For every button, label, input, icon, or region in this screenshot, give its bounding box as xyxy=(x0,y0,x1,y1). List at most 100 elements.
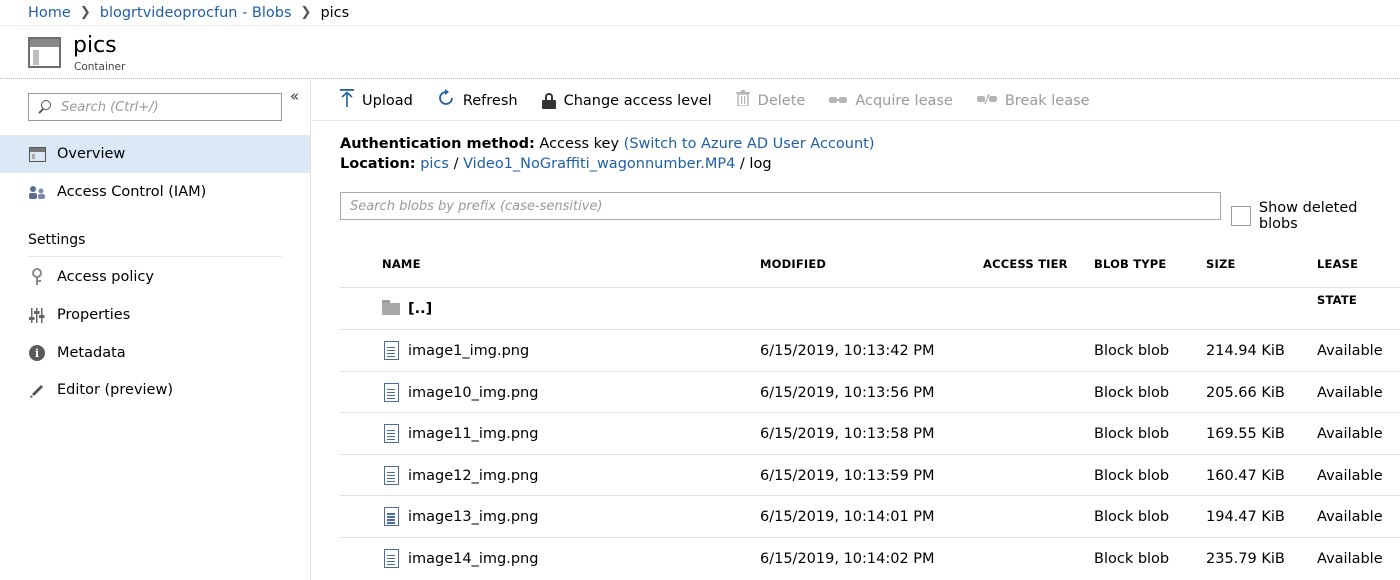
file-icon xyxy=(384,341,399,360)
broken-link-icon xyxy=(976,91,997,111)
delete-button[interactable]: Delete xyxy=(735,90,806,111)
location-label: Location: xyxy=(340,156,416,172)
auth-method-value: Access key xyxy=(539,136,620,152)
sidebar-item-properties[interactable]: Properties xyxy=(0,296,310,334)
file-icon xyxy=(384,549,399,568)
sidebar-item-label: Editor (preview) xyxy=(57,382,173,398)
table-row[interactable]: image10_img.png 6/15/2019, 10:13:56 PM Blo… xyxy=(340,370,1400,413)
blob-modified: 6/15/2019, 10:13:59 PM xyxy=(760,467,935,484)
show-deleted-checkbox[interactable] xyxy=(1231,206,1251,226)
link-icon xyxy=(829,91,848,111)
blob-prefix-search[interactable] xyxy=(340,192,1221,220)
page-header: pics Container xyxy=(0,27,1400,79)
file-icon xyxy=(384,424,399,444)
sidebar-item-label: Overview xyxy=(57,146,126,162)
sliders-icon xyxy=(28,306,46,324)
auth-method-label: Authentication method: xyxy=(340,136,535,152)
breadcrumb-home-link[interactable]: Home xyxy=(28,5,71,21)
table-row[interactable]: image1_img.png 6/15/2019, 10:13:42 PM Bloc… xyxy=(340,329,1400,370)
blob-type: Block blob xyxy=(1094,343,1170,359)
search-icon xyxy=(37,99,53,115)
blob-size: 160.47 KiB xyxy=(1206,467,1285,484)
trash-icon xyxy=(735,90,750,111)
switch-auth-link[interactable]: (Switch to Azure AD User Account) xyxy=(624,136,875,152)
break-lease-button[interactable]: Break lease xyxy=(976,91,1090,111)
blob-lease-state: Available xyxy=(1317,551,1383,567)
location-link-folder[interactable]: Video1_NoGraffiti_wagonnumber.MP4 xyxy=(463,156,735,172)
parent-folder-row[interactable]: [..] xyxy=(340,287,1400,328)
blob-type: Block blob xyxy=(1094,384,1170,401)
blob-lease-state: Available xyxy=(1317,509,1383,526)
table-row[interactable]: image11_img.png 6/15/2019, 10:13:58 PM Blo… xyxy=(340,412,1400,453)
sidebar-item-label: Access policy xyxy=(57,269,154,285)
blob-size: 235.79 KiB xyxy=(1206,551,1285,567)
change-access-level-button[interactable]: Change access level xyxy=(541,92,712,109)
breadcrumb-account-link[interactable]: blogrtvideoprocfun - Blobs xyxy=(100,5,292,21)
location-line: Location: pics / Video1_NoGraffiti_wagon… xyxy=(340,156,772,172)
blob-type: Block blob xyxy=(1094,426,1170,443)
change-access-label: Change access level xyxy=(563,92,712,109)
blob-size: 169.55 KiB xyxy=(1206,426,1285,443)
blob-lease-state: Available xyxy=(1317,343,1383,359)
sidebar-search-input[interactable] xyxy=(61,99,261,115)
blob-type: Block blob xyxy=(1094,467,1170,484)
path-separator: / xyxy=(739,156,745,172)
blob-name[interactable]: image1_img.png xyxy=(408,330,529,371)
location-link-container[interactable]: pics xyxy=(420,156,449,172)
blob-size: 205.66 KiB xyxy=(1206,384,1285,401)
acquire-lease-button[interactable]: Acquire lease xyxy=(829,91,953,111)
folder-icon xyxy=(382,300,400,315)
upload-button[interactable]: Upload xyxy=(340,89,413,112)
column-header-blob-type[interactable]: BLOB TYPE xyxy=(1094,246,1167,282)
table-row[interactable]: image14_img.png 6/15/2019, 10:14:02 PM Blo… xyxy=(340,537,1400,578)
blob-type: Block blob xyxy=(1094,551,1170,567)
sidebar-item-editor[interactable]: Editor (preview) xyxy=(0,371,310,409)
sidebar-item-access-control[interactable]: Access Control (IAM) xyxy=(0,173,310,211)
blob-modified: 6/15/2019, 10:14:02 PM xyxy=(760,551,935,567)
column-header-name[interactable]: NAME xyxy=(382,246,421,282)
table-row[interactable]: image12_img.png 6/15/2019, 10:13:59 PM Blo… xyxy=(340,453,1400,496)
blob-name[interactable]: image12_img.png xyxy=(408,455,538,496)
table-row[interactable]: image13_img.png 6/15/2019, 10:14:01 PM Blo… xyxy=(340,495,1400,536)
divider xyxy=(28,256,282,257)
page-title: pics xyxy=(73,33,117,58)
key-icon xyxy=(28,268,46,286)
sidebar-search[interactable] xyxy=(28,93,282,121)
collapse-sidebar-icon[interactable]: « xyxy=(290,87,299,105)
sidebar-item-label: Access Control (IAM) xyxy=(57,184,207,200)
blob-prefix-search-input[interactable] xyxy=(350,198,1210,214)
blob-lease-state: Available xyxy=(1317,467,1383,484)
blob-name[interactable]: image11_img.png xyxy=(408,413,538,454)
refresh-button[interactable]: Refresh xyxy=(437,89,518,112)
sidebar-item-overview[interactable]: Overview xyxy=(0,135,310,173)
breadcrumb-current: pics xyxy=(320,4,350,21)
chevron-right-icon: ❯ xyxy=(79,5,91,20)
delete-label: Delete xyxy=(757,92,806,109)
upload-icon xyxy=(340,89,354,112)
overview-icon xyxy=(28,145,46,163)
blob-lease-state: Available xyxy=(1317,384,1383,401)
file-icon xyxy=(384,465,399,485)
info-icon: i xyxy=(28,344,46,362)
sidebar-item-label: Metadata xyxy=(57,345,126,361)
column-header-modified[interactable]: MODIFIED xyxy=(760,246,826,282)
blob-name[interactable]: image10_img.png xyxy=(408,372,538,413)
sidebar-item-label: Properties xyxy=(57,307,131,323)
container-icon xyxy=(28,37,61,68)
blob-name[interactable]: image14_img.png xyxy=(408,538,538,579)
show-deleted-blobs-toggle[interactable]: Show deleted blobs xyxy=(1231,200,1400,232)
refresh-label: Refresh xyxy=(462,92,518,109)
file-icon xyxy=(384,382,399,402)
sidebar-item-access-policy[interactable]: Access policy xyxy=(0,258,310,296)
blob-size: 214.94 KiB xyxy=(1206,343,1285,359)
column-header-size[interactable]: SIZE xyxy=(1206,246,1236,282)
sidebar: « Overview Access Control (IAM) Settings… xyxy=(0,81,311,580)
blob-name[interactable]: image13_img.png xyxy=(408,496,538,537)
auth-method-line: Authentication method: Access key (Switc… xyxy=(340,136,875,152)
column-header-lease-state[interactable]: LEASE STATE xyxy=(1317,246,1400,307)
column-header-access-tier[interactable]: ACCESS TIER xyxy=(983,246,1068,282)
sidebar-item-metadata[interactable]: i Metadata xyxy=(0,334,310,372)
blob-type: Block blob xyxy=(1094,509,1170,526)
refresh-icon xyxy=(437,89,455,112)
blob-modified: 6/15/2019, 10:14:01 PM xyxy=(760,509,935,526)
